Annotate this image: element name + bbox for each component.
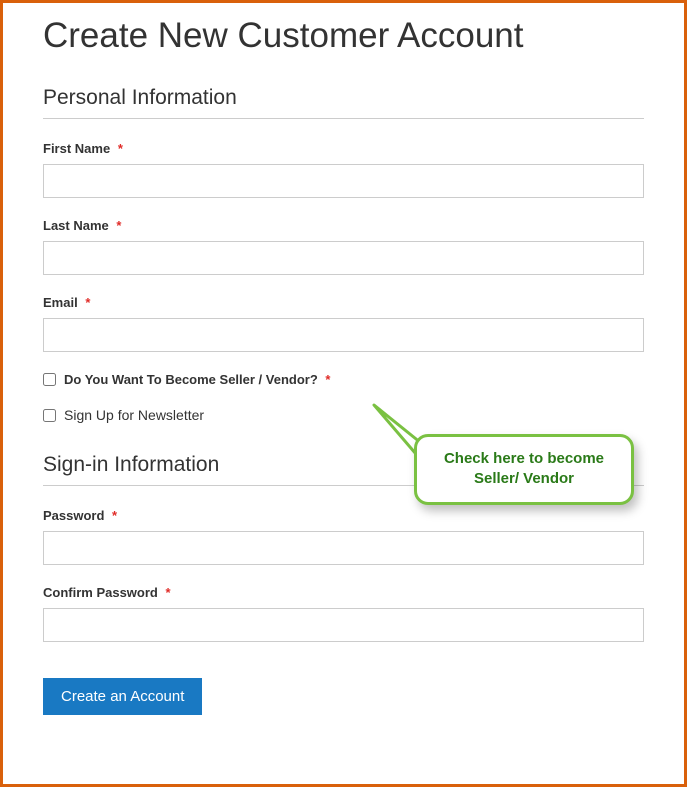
last-name-input[interactable] xyxy=(43,241,644,275)
first-name-label-text: First Name xyxy=(43,141,110,156)
email-label-text: Email xyxy=(43,295,78,310)
last-name-group: Last Name * xyxy=(43,218,644,275)
newsletter-checkbox[interactable] xyxy=(43,409,56,422)
become-seller-label: Do You Want To Become Seller / Vendor? * xyxy=(64,372,330,387)
required-asterisk: * xyxy=(325,372,330,387)
first-name-label: First Name * xyxy=(43,141,644,156)
newsletter-row: Sign Up for Newsletter xyxy=(43,407,644,423)
confirm-password-group: Confirm Password * xyxy=(43,585,644,642)
page-title: Create New Customer Account xyxy=(43,16,644,56)
form-frame: Create New Customer Account Personal Inf… xyxy=(0,0,687,787)
required-asterisk: * xyxy=(85,295,90,310)
confirm-password-input[interactable] xyxy=(43,608,644,642)
required-asterisk: * xyxy=(112,508,117,523)
password-label-text: Password xyxy=(43,508,104,523)
section-signin-title: Sign-in Information xyxy=(43,453,644,486)
password-group: Password * xyxy=(43,508,644,565)
email-label: Email * xyxy=(43,295,644,310)
become-seller-checkbox[interactable] xyxy=(43,373,56,386)
required-asterisk: * xyxy=(165,585,170,600)
confirm-password-label: Confirm Password * xyxy=(43,585,644,600)
last-name-label-text: Last Name xyxy=(43,218,109,233)
email-input[interactable] xyxy=(43,318,644,352)
newsletter-label: Sign Up for Newsletter xyxy=(64,407,204,423)
required-asterisk: * xyxy=(116,218,121,233)
become-seller-label-text: Do You Want To Become Seller / Vendor? xyxy=(64,372,318,387)
create-account-button[interactable]: Create an Account xyxy=(43,678,202,715)
confirm-password-label-text: Confirm Password xyxy=(43,585,158,600)
password-label: Password * xyxy=(43,508,644,523)
email-group: Email * xyxy=(43,295,644,352)
become-seller-row: Do You Want To Become Seller / Vendor? * xyxy=(43,372,644,387)
section-personal-title: Personal Information xyxy=(43,86,644,119)
required-asterisk: * xyxy=(118,141,123,156)
first-name-input[interactable] xyxy=(43,164,644,198)
last-name-label: Last Name * xyxy=(43,218,644,233)
first-name-group: First Name * xyxy=(43,141,644,198)
password-input[interactable] xyxy=(43,531,644,565)
